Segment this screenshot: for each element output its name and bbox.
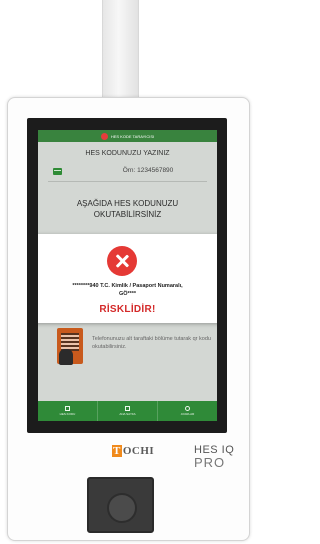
brand-logo: T OCHI [112,445,154,457]
identity-line2: GÖ**** [118,291,137,297]
id-card-icon [53,168,62,175]
kiosk-screen: HES KODE TARAYICISI HES KODUNUZU YAZINIZ… [38,130,217,421]
hes-code-label: HES KODUNUZU YAZINIZ [85,150,170,157]
scanner-lens-icon [107,493,137,523]
phone-hint: Telefonunuzu alt taraftaki bölüme tutara… [92,336,211,350]
hand-phone-icon [59,349,73,365]
hes-code-input[interactable]: Örn: 1234567890 [88,167,208,174]
brand-initial: T [112,445,122,457]
scan-instruction-line2: OKUTABİLİRSİNİZ [93,210,162,219]
gear-icon [185,406,190,411]
input-underline [48,181,207,182]
identity-line: ********940 T.C. Kimlik / Pasaport Numar… [38,282,217,298]
model-variant: PRO [194,455,226,470]
scan-instruction-line1: AŞAĞIDA HES KODUNUZU [76,199,179,208]
nav-label: HES KODU [59,412,76,416]
qr-scanner-window [87,477,154,533]
nav-label: AYARLAR [180,412,195,416]
risk-status: RİSKLİDİR! [99,304,156,315]
home-icon [125,406,130,411]
bottom-nav: HES KODU ANA SAYFA AYARLAR [38,401,217,421]
nav-item-home[interactable]: ANA SAYFA [98,401,158,421]
screen-title: HES KODE TARAYICISI [110,133,155,139]
qr-icon [65,406,70,411]
screen-header: HES KODE TARAYICISI [38,130,217,142]
nav-label: ANA SAYFA [119,412,136,416]
app-logo-icon [100,132,108,140]
nav-item-settings[interactable]: AYARLAR [158,401,217,421]
scan-instruction: AŞAĞIDA HES KODUNUZU OKUTABİLİRSİNİZ [38,198,217,220]
identity-line1: ********940 T.C. Kimlik / Pasaport Numar… [72,283,183,289]
result-modal: ********940 T.C. Kimlik / Pasaport Numar… [38,234,217,323]
mounting-pole [102,0,139,98]
error-x-icon [107,246,137,276]
nav-item-hes-code[interactable]: HES KODU [38,401,98,421]
brand-name: OCHI [122,445,155,457]
